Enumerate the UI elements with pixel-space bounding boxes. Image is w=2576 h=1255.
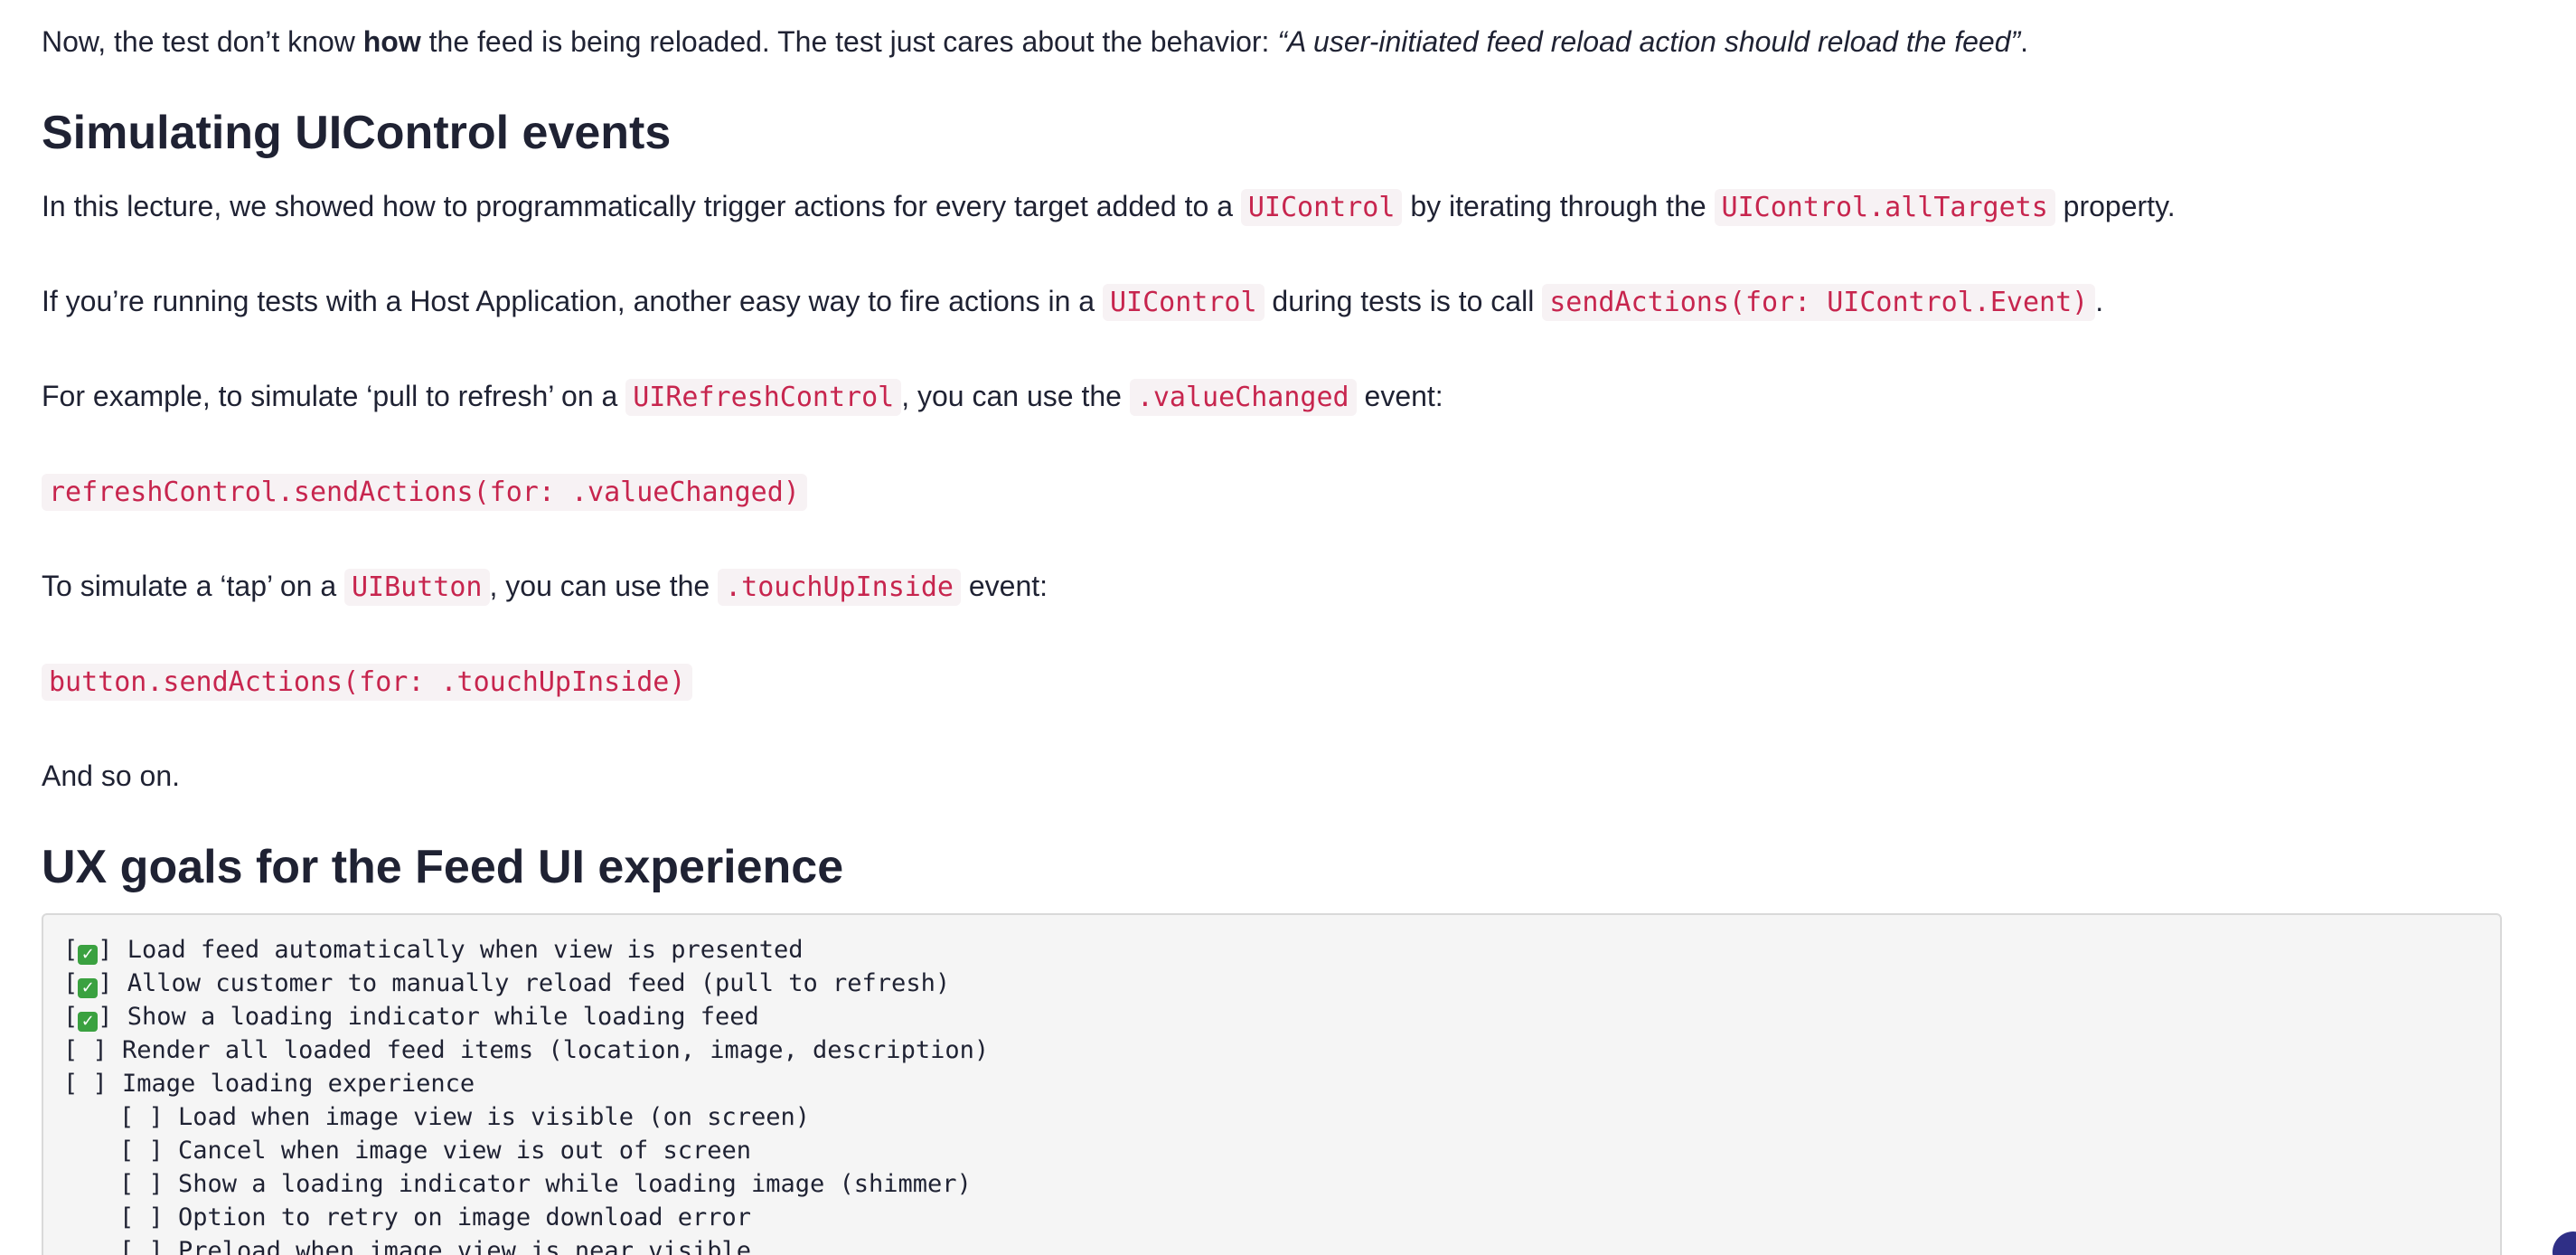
paragraph-text: . <box>2095 285 2104 317</box>
checkbox-bracket: [ ] <box>63 1070 123 1098</box>
inline-code: UIControl <box>1240 189 1403 226</box>
checklist-item: [ ] Image loading experience <box>63 1067 2480 1100</box>
checklist-item: [✓] Show a loading indicator while loadi… <box>63 1000 2480 1033</box>
code-snippet: button.sendActions(for: .touchUpInside) <box>42 664 693 701</box>
inline-code: UIRefreshControl <box>625 379 902 416</box>
checklist-item-text: Allow customer to manually reload feed (… <box>127 969 951 997</box>
checklist-item: [ ] Render all loaded feed items (locati… <box>63 1033 2480 1067</box>
checklist-item-text: Cancel when image view is out of screen <box>178 1137 751 1165</box>
inline-code: UIButton <box>344 569 490 606</box>
checklist-item: [ ] Preload when image view is near visi… <box>63 1234 2480 1255</box>
inline-code: UIControl <box>1102 284 1264 321</box>
paragraph-text: , you can use the <box>901 380 1130 412</box>
checklist-item-text: Load feed automatically when view is pre… <box>127 936 804 964</box>
paragraph-text: event: <box>1356 380 1443 412</box>
paragraph-text: In this lecture, we showed how to progra… <box>42 190 1241 222</box>
checkbox-bracket: [ <box>63 936 79 964</box>
checkbox-bracket: [ ] <box>119 1137 179 1165</box>
checkbox-bracket: [ <box>63 969 79 997</box>
section-heading-simulating-uicontrol-events: Simulating UIControl events <box>42 107 672 159</box>
inline-code: sendActions(for: UIControl.Event) <box>1542 284 2096 321</box>
checklist-item: [ ] Option to retry on image download er… <box>63 1201 2480 1234</box>
paragraph-pull-to-refresh: For example, to simulate ‘pull to refres… <box>42 374 1443 420</box>
paragraph-text: If you’re running tests with a Host Appl… <box>42 285 1103 317</box>
paragraph-text: during tests is to call <box>1264 285 1543 317</box>
paragraph-text: For example, to simulate ‘pull to refres… <box>42 380 626 412</box>
paragraph-text: by iterating through the <box>1402 190 1715 222</box>
paragraph-text: event: <box>960 570 1048 602</box>
inline-code: UIControl.allTargets <box>1714 189 2055 226</box>
intro-quote: “A user-initiated feed reload action sho… <box>1277 25 2021 58</box>
checklist-item-text: Preload when image view is near visible <box>178 1237 751 1255</box>
checklist-item-text: Show a loading indicator while loading f… <box>127 1003 759 1031</box>
checkbox-bracket: [ ] <box>119 1237 179 1255</box>
checkbox-bracket: [ ] <box>119 1103 179 1131</box>
code-example-button: button.sendActions(for: .touchUpInside) <box>42 659 693 704</box>
document-page: Now, the test don’t know how the feed is… <box>0 0 2576 1255</box>
checkbox-bracket: [ <box>63 1003 79 1031</box>
checklist-item: [ ] Cancel when image view is out of scr… <box>63 1134 2480 1167</box>
checkbox-bracket: [ ] <box>119 1203 179 1231</box>
intro-paragraph: Now, the test don’t know how the feed is… <box>42 20 2028 63</box>
paragraph-tap-button: To simulate a ‘tap’ on a UIButton, you c… <box>42 564 1048 609</box>
checkmark-icon: ✓ <box>78 1012 99 1032</box>
checklist-item-text: Image loading experience <box>122 1070 475 1098</box>
inline-code: .valueChanged <box>1129 379 1357 416</box>
intro-text: Now, the test don’t know <box>42 25 363 58</box>
checklist-item-text: Show a loading indicator while loading i… <box>178 1170 972 1198</box>
code-example-refresh-control: refreshControl.sendActions(for: .valueCh… <box>42 469 807 514</box>
checkbox-bracket: ] <box>98 1003 127 1031</box>
checkbox-bracket: ] <box>98 936 127 964</box>
checklist-item: [✓] Load feed automatically when view is… <box>63 933 2480 967</box>
checklist-item-text: Option to retry on image download error <box>178 1203 751 1231</box>
paragraph-text: To simulate a ‘tap’ on a <box>42 570 344 602</box>
floating-action-button[interactable] <box>2552 1231 2576 1255</box>
checkbox-bracket: ] <box>98 969 127 997</box>
checklist-item-text: Render all loaded feed items (location, … <box>122 1036 990 1064</box>
checklist-item: [✓] Allow customer to manually reload fe… <box>63 967 2480 1000</box>
inline-code: .touchUpInside <box>718 569 961 606</box>
code-snippet: refreshControl.sendActions(for: .valueCh… <box>42 474 807 511</box>
checklist-item: [ ] Load when image view is visible (on … <box>63 1100 2480 1134</box>
ux-goals-checklist: [✓] Load feed automatically when view is… <box>42 913 2502 1255</box>
checkbox-bracket: [ ] <box>63 1036 123 1064</box>
checkbox-bracket: [ ] <box>119 1170 179 1198</box>
paragraph-host-application: If you’re running tests with a Host Appl… <box>42 279 2103 325</box>
intro-text-middle: the feed is being reloaded. The test jus… <box>420 25 1278 58</box>
section-heading-ux-goals: UX goals for the Feed UI experience <box>42 841 844 893</box>
checklist-item: [ ] Show a loading indicator while loadi… <box>63 1167 2480 1201</box>
paragraph-text: property. <box>2054 190 2176 222</box>
checkmark-icon: ✓ <box>78 945 99 965</box>
paragraph-lecture-alltargets: In this lecture, we showed how to progra… <box>42 184 2176 230</box>
checkmark-icon: ✓ <box>78 978 99 998</box>
paragraph-text: , you can use the <box>489 570 719 602</box>
intro-text-end: . <box>2020 25 2029 58</box>
intro-bold-word: how <box>362 25 421 58</box>
checklist-item-text: Load when image view is visible (on scre… <box>178 1103 811 1131</box>
paragraph-and-so-on: And so on. <box>42 760 180 792</box>
